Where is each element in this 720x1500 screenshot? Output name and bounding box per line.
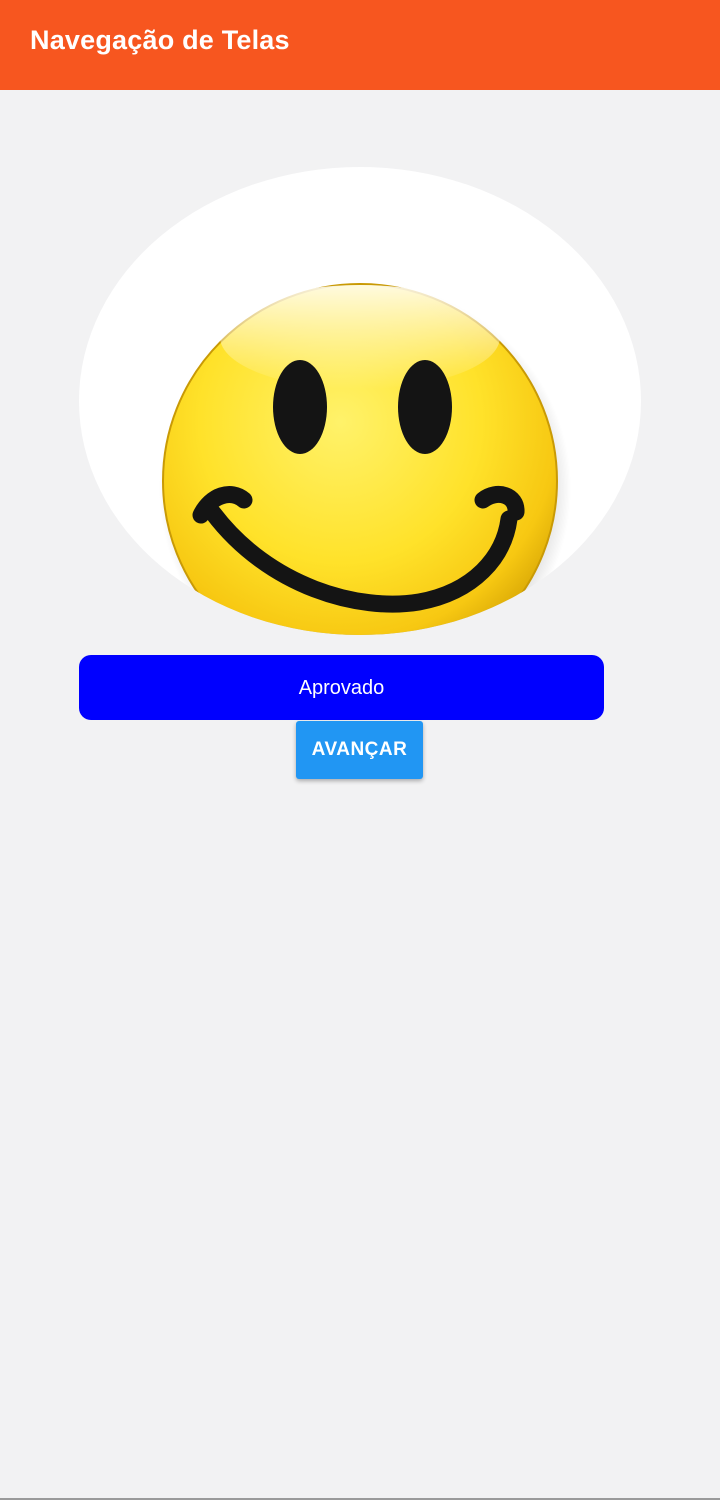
app-title: Navegação de Telas: [30, 25, 290, 55]
image-frame: [79, 167, 641, 635]
face-shine: [220, 285, 500, 389]
right-eye: [398, 360, 452, 454]
status-label: Aprovado: [298, 676, 385, 699]
smiley-face-icon: [159, 283, 571, 635]
next-button[interactable]: AVANÇAR: [296, 721, 423, 779]
app-bar: Navegação de Telas: [0, 0, 720, 90]
left-eye: [273, 360, 327, 454]
screen-content: Aprovado AVANÇAR: [0, 90, 720, 1500]
status-box: Aprovado: [79, 655, 604, 720]
